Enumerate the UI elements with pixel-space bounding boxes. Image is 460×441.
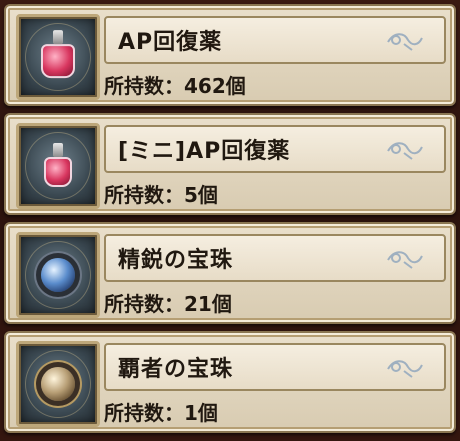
item-name: 覇者の宝珠 xyxy=(118,357,234,382)
item-name: 精鋭の宝珠 xyxy=(118,248,234,273)
key-crest-icon xyxy=(387,142,423,160)
item-icon-frame xyxy=(16,232,100,318)
blue-orb-icon xyxy=(41,258,75,292)
key-crest-icon xyxy=(387,33,423,51)
item-name: [ミニ]AP回復薬 xyxy=(118,139,291,164)
item-card-champion-orb[interactable]: 覇者の宝珠 所持数：1個 xyxy=(4,331,456,433)
item-card-elite-orb[interactable]: 精鋭の宝珠 所持数：21個 xyxy=(4,222,456,324)
item-count: 所持数：21個 xyxy=(104,292,232,316)
item-count: 所持数：1個 xyxy=(104,401,218,425)
key-crest-icon xyxy=(387,360,423,378)
item-count: 所持数：462個 xyxy=(104,74,246,98)
item-card-mini-ap-potion[interactable]: [ミニ]AP回復薬 所持数：5個 xyxy=(4,113,456,215)
item-name-box: 覇者の宝珠 xyxy=(104,343,446,391)
item-card-ap-potion[interactable]: AP回復薬 所持数：462個 xyxy=(4,4,456,106)
item-list: AP回復薬 所持数：462個 [ミニ]AP回復薬 所持数：5個 精鋭の宝珠 所持… xyxy=(0,0,460,441)
potion-icon xyxy=(41,44,75,79)
mini-potion-icon xyxy=(44,157,72,187)
gold-orb-icon xyxy=(41,367,75,401)
item-icon-frame xyxy=(16,341,100,427)
item-icon-frame xyxy=(16,123,100,209)
item-name-box: 精鋭の宝珠 xyxy=(104,234,446,282)
item-name-box: [ミニ]AP回復薬 xyxy=(104,125,446,173)
key-crest-icon xyxy=(387,251,423,269)
item-name: AP回復薬 xyxy=(118,30,223,55)
item-icon-frame xyxy=(16,14,100,100)
item-name-box: AP回復薬 xyxy=(104,16,446,64)
item-count: 所持数：5個 xyxy=(104,183,218,207)
